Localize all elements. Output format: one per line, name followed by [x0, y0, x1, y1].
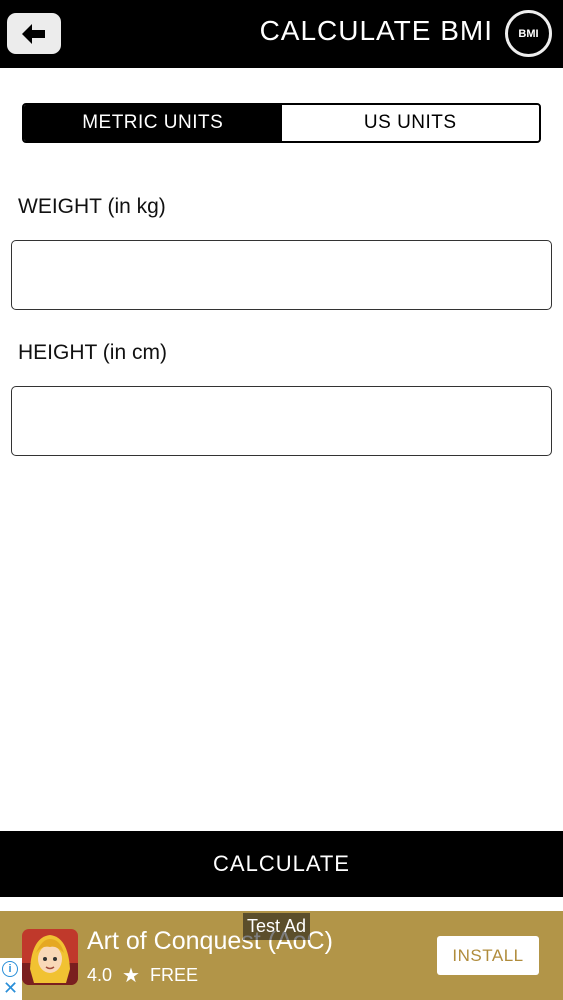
adchoices[interactable]: i ✕	[0, 958, 22, 1000]
page-title: CALCULATE BMI	[259, 15, 493, 46]
ad-price: FREE	[149, 965, 198, 985]
top-bar: CALCULATE BMI BMI	[0, 0, 563, 68]
bmi-logo-badge: BMI	[505, 10, 552, 57]
ad-rating: 4.0	[87, 965, 113, 985]
ad-install-button[interactable]: INSTALL	[437, 936, 539, 975]
tab-metric-units[interactable]: METRIC UNITS	[24, 105, 282, 141]
weight-label: WEIGHT (in kg)	[18, 195, 166, 218]
star-icon: ★	[122, 965, 140, 987]
height-input[interactable]	[11, 386, 552, 456]
info-icon[interactable]: i	[2, 961, 18, 977]
ad-meta: 4.0 ★ FREE	[87, 963, 198, 988]
close-icon[interactable]: ✕	[3, 979, 18, 997]
test-ad-label: Test Ad	[243, 913, 311, 940]
weight-input[interactable]	[11, 240, 552, 310]
back-arrow-icon	[22, 23, 45, 44]
ad-app-icon[interactable]	[22, 929, 78, 985]
back-button[interactable]	[7, 13, 61, 54]
height-label: HEIGHT (in cm)	[18, 341, 167, 364]
calculate-button[interactable]: CALCULATE	[0, 831, 563, 897]
unit-selector: METRIC UNITS US UNITS	[22, 103, 541, 143]
tab-us-units[interactable]: US UNITS	[281, 105, 539, 141]
